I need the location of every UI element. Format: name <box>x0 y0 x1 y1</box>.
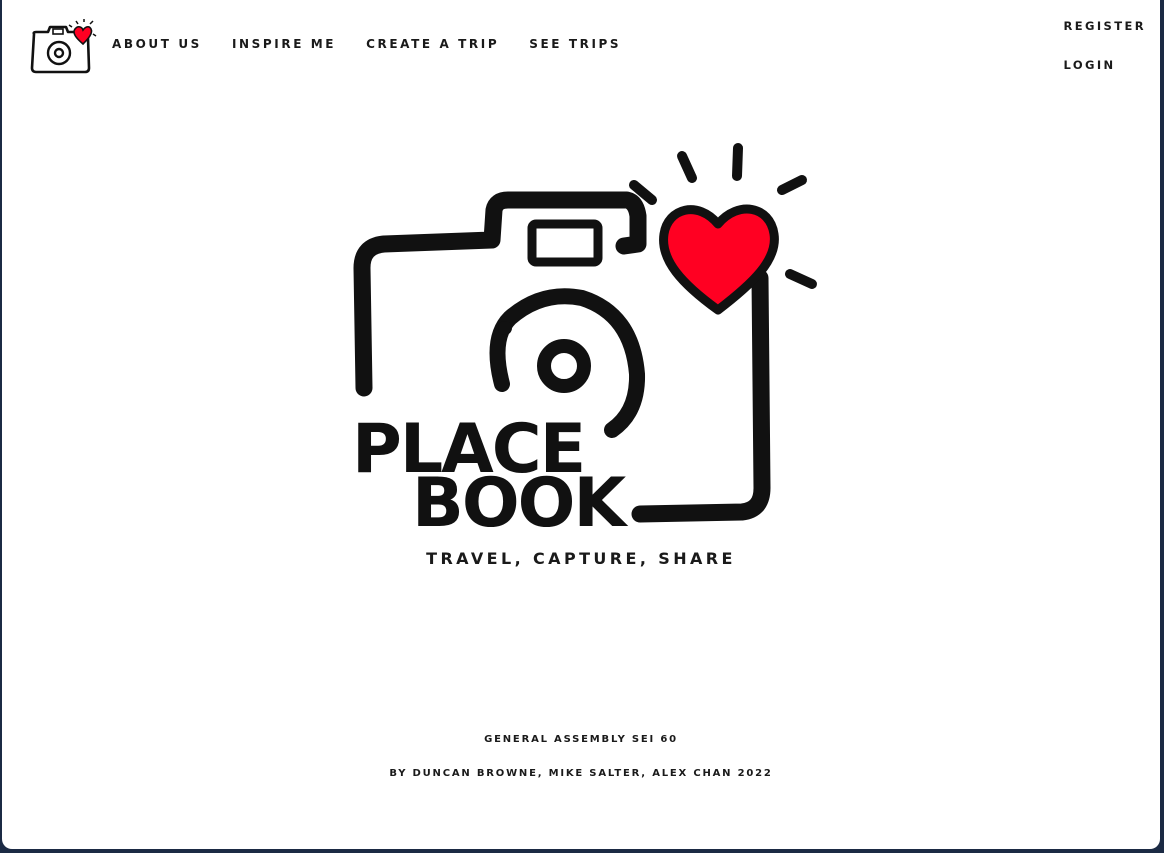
brand-line-2: BOOK <box>412 464 628 538</box>
navbar: About us Inspire me Create a trip See tr… <box>2 0 1160 95</box>
nav-about-us[interactable]: About us <box>112 37 202 51</box>
app-window: About us Inspire me Create a trip See tr… <box>2 0 1160 849</box>
footer-credit-course: General Assembly SEI 60 <box>484 734 678 745</box>
nav-inspire-me[interactable]: Inspire me <box>232 37 336 51</box>
auth-nav: Register Login <box>1064 18 1146 96</box>
footer: General Assembly SEI 60 By Duncan Browne… <box>2 733 1160 781</box>
tagline: Travel, capture, share <box>426 549 736 568</box>
home-logo-link[interactable] <box>28 18 100 76</box>
nav-create-trip[interactable]: Create a trip <box>366 37 499 51</box>
camera-heart-logo: PLACE BOOK <box>352 143 817 543</box>
main-nav: About us Inspire me Create a trip See tr… <box>112 37 651 51</box>
camera-heart-icon <box>30 19 97 74</box>
hero-logo: PLACE BOOK <box>342 138 832 543</box>
footer-credit-authors: By Duncan Browne, Mike Salter, Alex Chan… <box>389 768 773 779</box>
login-link[interactable]: Login <box>1064 57 1116 73</box>
register-link[interactable]: Register <box>1064 18 1146 34</box>
nav-see-trips[interactable]: See trips <box>529 37 621 51</box>
